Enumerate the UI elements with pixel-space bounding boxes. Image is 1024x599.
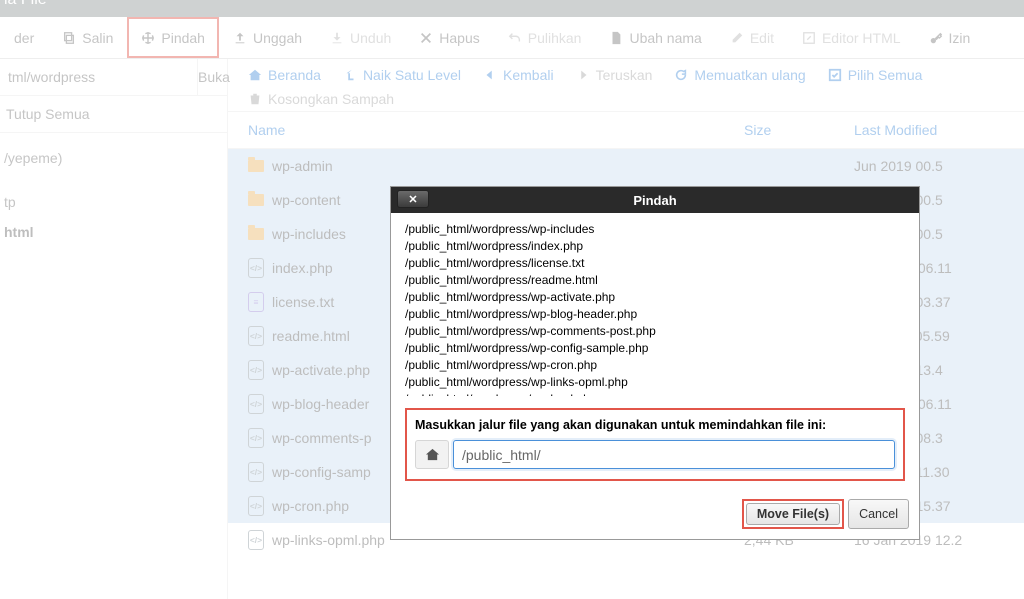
file-name: wp-admin <box>272 158 744 174</box>
folder-tree[interactable]: /yepeme) tp html <box>0 133 227 257</box>
arrow-right-icon <box>576 68 590 82</box>
table-row[interactable]: wp-admin Jun 2019 00.5 <box>228 149 1024 183</box>
path-prompt: Masukkan jalur file yang akan digunakan … <box>405 408 905 481</box>
sidebar: Buka Tutup Semua /yepeme) tp html <box>0 59 228 599</box>
move-icon <box>141 31 155 45</box>
home-icon <box>248 68 262 82</box>
home-icon <box>425 447 440 462</box>
upload-icon <box>233 31 247 45</box>
code-file-icon: </> <box>248 496 264 516</box>
dialog-title: ✕ Pindah <box>391 187 919 213</box>
upload-button[interactable]: Unggah <box>219 17 316 58</box>
level-up-icon <box>343 68 357 82</box>
folder-icon <box>248 194 264 206</box>
trash-icon <box>248 92 262 106</box>
restore-button[interactable]: Pulihkan <box>494 17 596 58</box>
permissions-button[interactable]: Izin <box>915 17 985 58</box>
new-folder-button[interactable]: der <box>0 17 48 58</box>
code-file-icon: </> <box>248 462 264 482</box>
folder-icon <box>248 160 264 172</box>
col-name[interactable]: Name <box>248 122 744 138</box>
html-editor-button[interactable]: Editor HTML <box>788 17 915 58</box>
text-file-icon: ≡ <box>248 292 264 312</box>
reload-button[interactable]: Memuatkan ulang <box>674 67 805 83</box>
select-all-button[interactable]: Pilih Semua <box>828 67 923 83</box>
tree-item[interactable]: tp <box>4 187 223 217</box>
arrow-left-icon <box>483 68 497 82</box>
check-icon <box>828 68 842 82</box>
file-modified: Jun 2019 00.5 <box>854 158 1004 174</box>
edit-button[interactable]: Edit <box>716 17 788 58</box>
reload-icon <box>674 68 688 82</box>
code-file-icon: </> <box>248 530 264 550</box>
file-icon <box>609 31 623 45</box>
edit-box-icon <box>802 31 816 45</box>
code-file-icon: </> <box>248 258 264 278</box>
move-button-wrap: Move File(s) <box>742 499 844 529</box>
main-toolbar: der Salin Pindah Unggah Unduh Hapus Puli… <box>0 17 1024 59</box>
path-input[interactable] <box>0 59 197 95</box>
dialog-path-list: /public_html/wordpress/wp-includes /publ… <box>405 221 905 396</box>
tree-item[interactable]: html <box>4 217 223 247</box>
undo-icon <box>508 31 522 45</box>
back-button[interactable]: Kembali <box>483 67 554 83</box>
code-file-icon: </> <box>248 360 264 380</box>
code-file-icon: </> <box>248 394 264 414</box>
copy-button[interactable]: Salin <box>48 17 127 58</box>
tree-item[interactable]: /yepeme) <box>4 143 223 173</box>
collapse-all-button[interactable]: Tutup Semua <box>0 96 227 133</box>
pencil-icon <box>730 31 744 45</box>
forward-button[interactable]: Teruskan <box>576 67 653 83</box>
copy-icon <box>62 31 76 45</box>
empty-trash-button[interactable]: Kosongkan Sampah <box>248 91 1012 107</box>
rename-button[interactable]: Ubah nama <box>595 17 715 58</box>
move-files-button[interactable]: Move File(s) <box>746 503 840 525</box>
up-level-button[interactable]: Naik Satu Level <box>343 67 461 83</box>
download-button[interactable]: Unduh <box>316 17 405 58</box>
code-file-icon: </> <box>248 326 264 346</box>
x-icon <box>419 31 433 45</box>
destination-path-input[interactable] <box>453 440 895 469</box>
col-size[interactable]: Size <box>744 122 854 138</box>
table-header: Name Size Last Modified <box>228 112 1024 149</box>
go-button[interactable]: Buka <box>197 59 230 95</box>
code-file-icon: </> <box>248 428 264 448</box>
home-path-button[interactable] <box>415 440 449 469</box>
key-icon <box>929 31 943 45</box>
home-button[interactable]: Beranda <box>248 67 321 83</box>
folder-icon <box>248 228 264 240</box>
window-title: la File <box>0 0 1024 17</box>
col-modified[interactable]: Last Modified <box>854 122 1004 138</box>
delete-button[interactable]: Hapus <box>405 17 493 58</box>
download-icon <box>330 31 344 45</box>
move-button[interactable]: Pindah <box>127 17 219 58</box>
move-dialog: ✕ Pindah /public_html/wordpress/wp-inclu… <box>390 186 920 540</box>
nav-toolbar: Beranda Naik Satu Level Kembali Teruskan… <box>228 59 1024 112</box>
close-button[interactable]: ✕ <box>397 190 429 208</box>
prompt-label: Masukkan jalur file yang akan digunakan … <box>415 418 895 432</box>
cancel-button[interactable]: Cancel <box>848 499 909 529</box>
